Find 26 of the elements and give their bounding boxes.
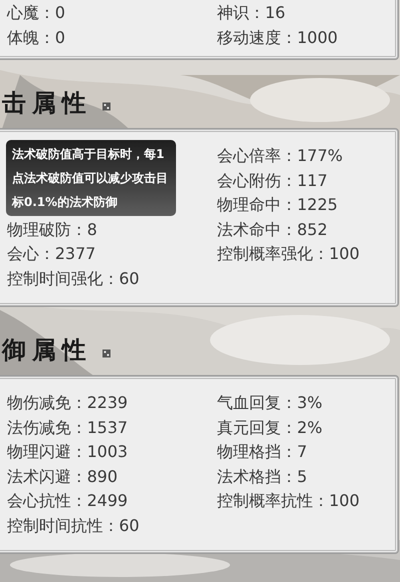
stat-text: 会心抗性：2499	[7, 490, 128, 512]
stat-text: 控制时间抗性：60	[7, 514, 140, 536]
stat-text: 控制概率强化：100	[217, 243, 360, 265]
stat-text: 会心：2377	[7, 243, 96, 265]
section-heading: 击属性	[2, 87, 92, 119]
stat-text: 控制时间强化：60	[7, 268, 140, 290]
stat-text: 法术闪避：890	[7, 466, 118, 488]
stat-text: 会心附伤：117	[217, 170, 328, 192]
stat-text: 心魔：0	[7, 2, 66, 24]
stat-text: 控制概率抗性：100	[217, 490, 360, 512]
stat-text: 体魄：0	[7, 26, 66, 48]
tooltip: 法术破防值高于目标时，每1点法术破防值可以减少攻击目标0.1%的法术防御	[6, 140, 176, 216]
section-heading: 御属性	[2, 334, 92, 366]
stat-text: 法伤减免：1537	[7, 416, 128, 438]
stat-text: 会心倍率：177%	[217, 145, 343, 167]
stat-text: 物理格挡：7	[217, 441, 308, 463]
stat-text: 真元回复：2%	[217, 416, 322, 438]
stat-text: 物理破防：8	[7, 218, 98, 240]
stat-text: 物理命中：1225	[217, 194, 338, 216]
stat-text: 神识：16	[217, 2, 286, 24]
stat-text: 物伤减免：2239	[7, 392, 128, 414]
stat-text: 法术格挡：5	[217, 466, 308, 488]
stat-text: 法术命中：852	[217, 218, 328, 240]
stat-text: 移动速度：1000	[217, 26, 338, 48]
stat-text: 气血回复：3%	[217, 392, 322, 414]
stat-text: 物理闪避：1003	[7, 441, 128, 463]
